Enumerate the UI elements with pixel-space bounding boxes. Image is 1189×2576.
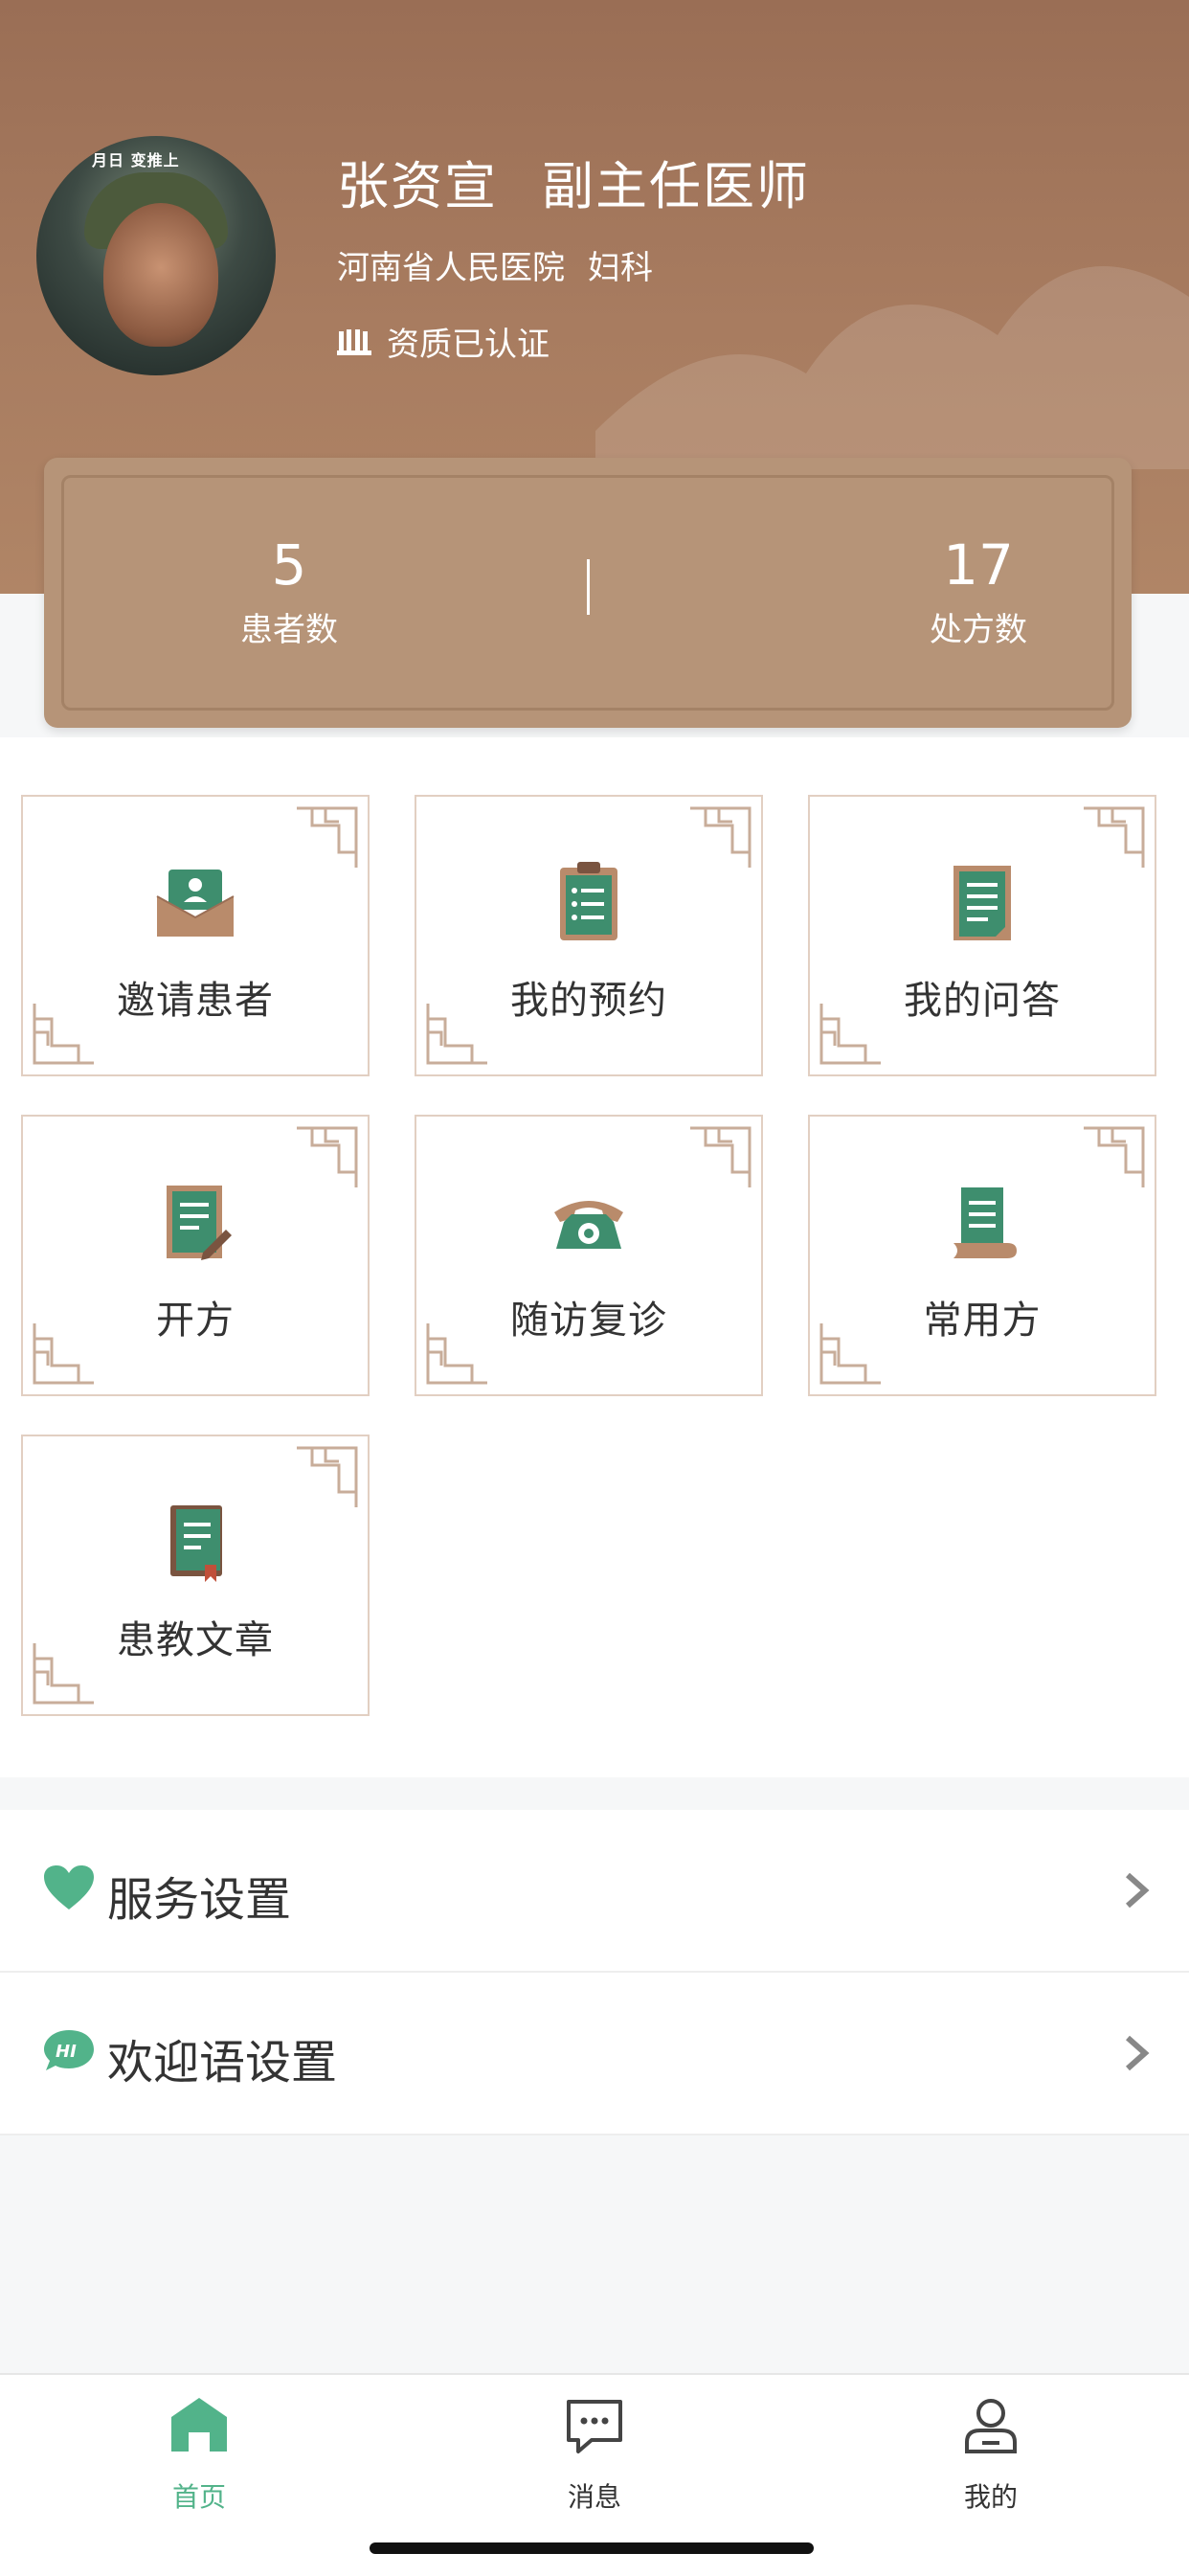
corner-ornament-icon	[690, 806, 752, 868]
settings-list: 服务设置 HI 欢迎语设置	[0, 1810, 1189, 2135]
welcome-message-settings-label: 欢迎语设置	[107, 2036, 338, 2090]
avatar-caption: 月日 变推上	[92, 151, 180, 169]
prescription-count-value: 17	[943, 532, 1014, 598]
tile-label: 开方	[156, 1299, 235, 1343]
doctor-name-line: 张资宣 副主任医师	[337, 144, 810, 219]
chat-bubble-icon	[567, 2400, 622, 2453]
stats-divider	[587, 559, 590, 615]
tile-label: 随访复诊	[510, 1299, 667, 1343]
hospital-line: 河南省人民医院 妇科	[337, 241, 653, 288]
stats-card: 5 患者数 17 处方数	[44, 458, 1132, 728]
corner-ornament-icon	[690, 1126, 752, 1187]
clipboard-icon	[560, 862, 617, 940]
prescription-pen-icon	[167, 1186, 232, 1260]
heart-icon	[44, 1865, 94, 1909]
scroll-icon	[953, 1187, 1017, 1258]
tile-prescribe[interactable]: 开方	[21, 1115, 370, 1396]
tab-home[interactable]: 首页	[103, 2394, 295, 2515]
certified-badge-icon	[337, 328, 371, 355]
tile-common-prescriptions[interactable]: 常用方	[808, 1115, 1156, 1396]
corner-ornament-icon	[297, 1126, 358, 1187]
patient-count-stat[interactable]: 5 患者数	[146, 534, 433, 650]
patient-count-value: 5	[271, 532, 307, 598]
telephone-icon	[554, 1201, 623, 1249]
avatar-face	[103, 203, 218, 347]
tab-me[interactable]: 我的	[895, 2394, 1087, 2515]
envelope-card-icon	[156, 870, 235, 937]
department-name: 妇科	[588, 249, 653, 287]
doctor-name: 张资宣	[337, 156, 498, 216]
function-grid: 邀请患者 我的预约 我的问答 开方 随访复诊 常用方 患教文章	[0, 737, 1189, 1777]
chevron-right-icon	[1126, 2035, 1150, 2071]
service-settings-label: 服务设置	[107, 1873, 292, 1927]
tile-label: 患教文章	[117, 1618, 274, 1662]
home-icon	[171, 2398, 227, 2452]
corner-ornament-icon	[1084, 1126, 1145, 1187]
book-icon	[170, 1505, 222, 1582]
patient-count-label: 患者数	[240, 611, 338, 649]
tab-messages[interactable]: 消息	[499, 2394, 690, 2515]
tile-invite-patient[interactable]: 邀请患者	[21, 795, 370, 1076]
corner-ornament-icon	[1084, 806, 1145, 868]
svg-text:HI: HI	[56, 2042, 77, 2062]
doctor-title: 副主任医师	[542, 156, 810, 216]
tab-home-label: 首页	[171, 2481, 226, 2513]
corner-ornament-icon	[297, 806, 358, 868]
user-profile-icon	[965, 2399, 1017, 2453]
tile-my-appointments[interactable]: 我的预约	[415, 795, 763, 1076]
certified-text: 资质已认证	[387, 326, 550, 364]
welcome-message-settings-row[interactable]: HI 欢迎语设置	[0, 1973, 1189, 2135]
tile-patient-education[interactable]: 患教文章	[21, 1435, 370, 1716]
tile-label: 我的预约	[510, 979, 667, 1023]
corner-ornament-icon	[297, 1446, 358, 1507]
home-indicator	[370, 2542, 814, 2554]
chevron-right-icon	[1126, 1872, 1150, 1909]
service-settings-row[interactable]: 服务设置	[0, 1810, 1189, 1973]
hi-bubble-icon: HI	[44, 2030, 94, 2070]
document-icon	[953, 866, 1011, 940]
tile-label: 常用方	[923, 1299, 1042, 1343]
prescription-count-stat[interactable]: 17 处方数	[835, 534, 1122, 650]
prescription-count-label: 处方数	[930, 611, 1027, 649]
avatar[interactable]: 月日 变推上	[36, 136, 276, 375]
tile-follow-up[interactable]: 随访复诊	[415, 1115, 763, 1396]
tab-messages-label: 消息	[567, 2481, 621, 2513]
certification-status: 资质已认证	[337, 318, 550, 365]
tile-label: 我的问答	[904, 979, 1061, 1023]
tab-me-label: 我的	[963, 2481, 1018, 2513]
tile-my-qa[interactable]: 我的问答	[808, 795, 1156, 1076]
tile-label: 邀请患者	[117, 979, 274, 1023]
hospital-name: 河南省人民医院	[337, 249, 565, 287]
